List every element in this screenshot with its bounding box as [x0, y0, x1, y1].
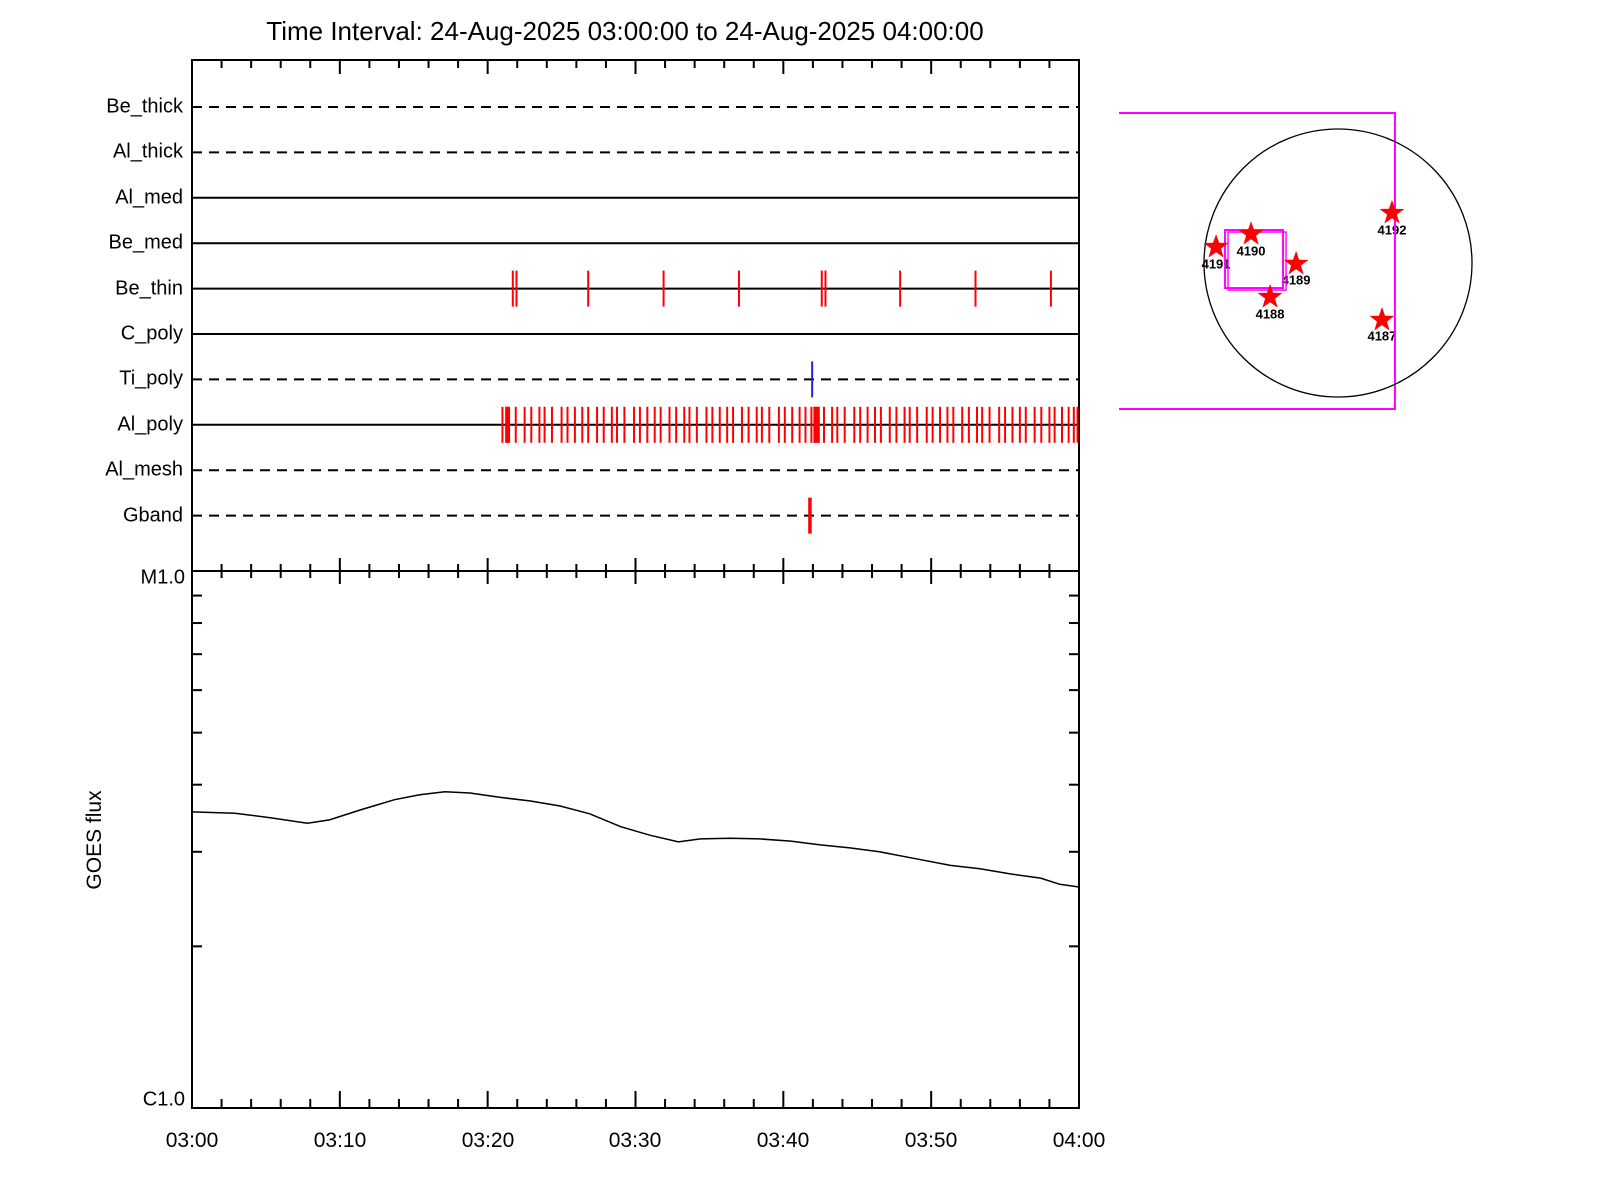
active-region-star-4189: [1283, 250, 1309, 275]
filter-panel-frame: [191, 59, 1080, 572]
active-region-star-4192: [1379, 200, 1405, 224]
fov-rect: [1119, 112, 1396, 411]
screenshot-root: Time Interval: 24-Aug-2025 03:00:00 to 2…: [0, 0, 1600, 1200]
plot-canvas: [191, 59, 1473, 1109]
active-region-star-4190: [1238, 221, 1264, 245]
goes-flux-curve: [191, 791, 1080, 888]
goes-panel-frame: [191, 570, 1080, 1109]
solar-limb-circle: [1203, 128, 1473, 398]
active-region-star-4187: [1369, 306, 1395, 331]
